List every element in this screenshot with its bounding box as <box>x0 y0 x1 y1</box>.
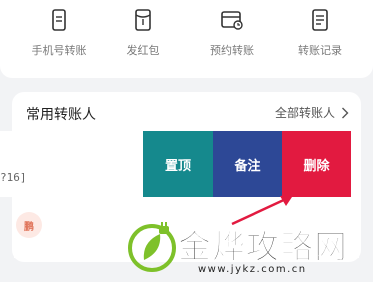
scheduled-transfer-button[interactable]: 预约转账 <box>190 6 274 66</box>
quick-action-label: 手机号转账 <box>31 44 87 57</box>
quick-action-label: 发红包 <box>126 44 160 57</box>
swiped-payee-row[interactable] <box>0 131 143 197</box>
all-payees-label: 全部转账人 <box>274 106 335 120</box>
watermark: 金烨攻略网 www.jykz.com.cn <box>118 214 373 282</box>
transfer-record-icon <box>312 9 328 31</box>
avatar: 鹏 <box>16 212 42 238</box>
phone-transfer-button[interactable]: 手机号转账 <box>17 6 101 66</box>
quick-action-bar: 手机号转账 发红包 预约转账 转账记录 <box>0 0 373 78</box>
quick-action-label: 转账记录 <box>298 44 342 57</box>
quick-action-label: 预约转账 <box>210 44 254 57</box>
pin-button[interactable]: 置顶 <box>143 131 213 197</box>
chevron-right-icon <box>342 107 349 118</box>
transfer-record-button[interactable]: 转账记录 <box>278 6 362 66</box>
red-packet-icon <box>135 9 151 31</box>
scheduled-transfer-icon <box>221 11 243 30</box>
all-payees-link[interactable]: 全部转账人 <box>275 104 349 121</box>
watermark-name: 金烨攻略网 <box>178 227 348 267</box>
red-packet-button[interactable]: 发红包 <box>101 6 185 66</box>
delete-button[interactable]: 删除 <box>282 131 351 197</box>
watermark-url: www.jykz.com.cn <box>198 264 307 275</box>
leaf-plug-logo-icon <box>128 222 176 272</box>
note-button[interactable]: 备注 <box>213 131 282 197</box>
section-title: 常用转账人 <box>26 107 96 123</box>
phone-transfer-icon <box>52 9 66 31</box>
payee-account-fragment: ?16] <box>0 171 27 184</box>
